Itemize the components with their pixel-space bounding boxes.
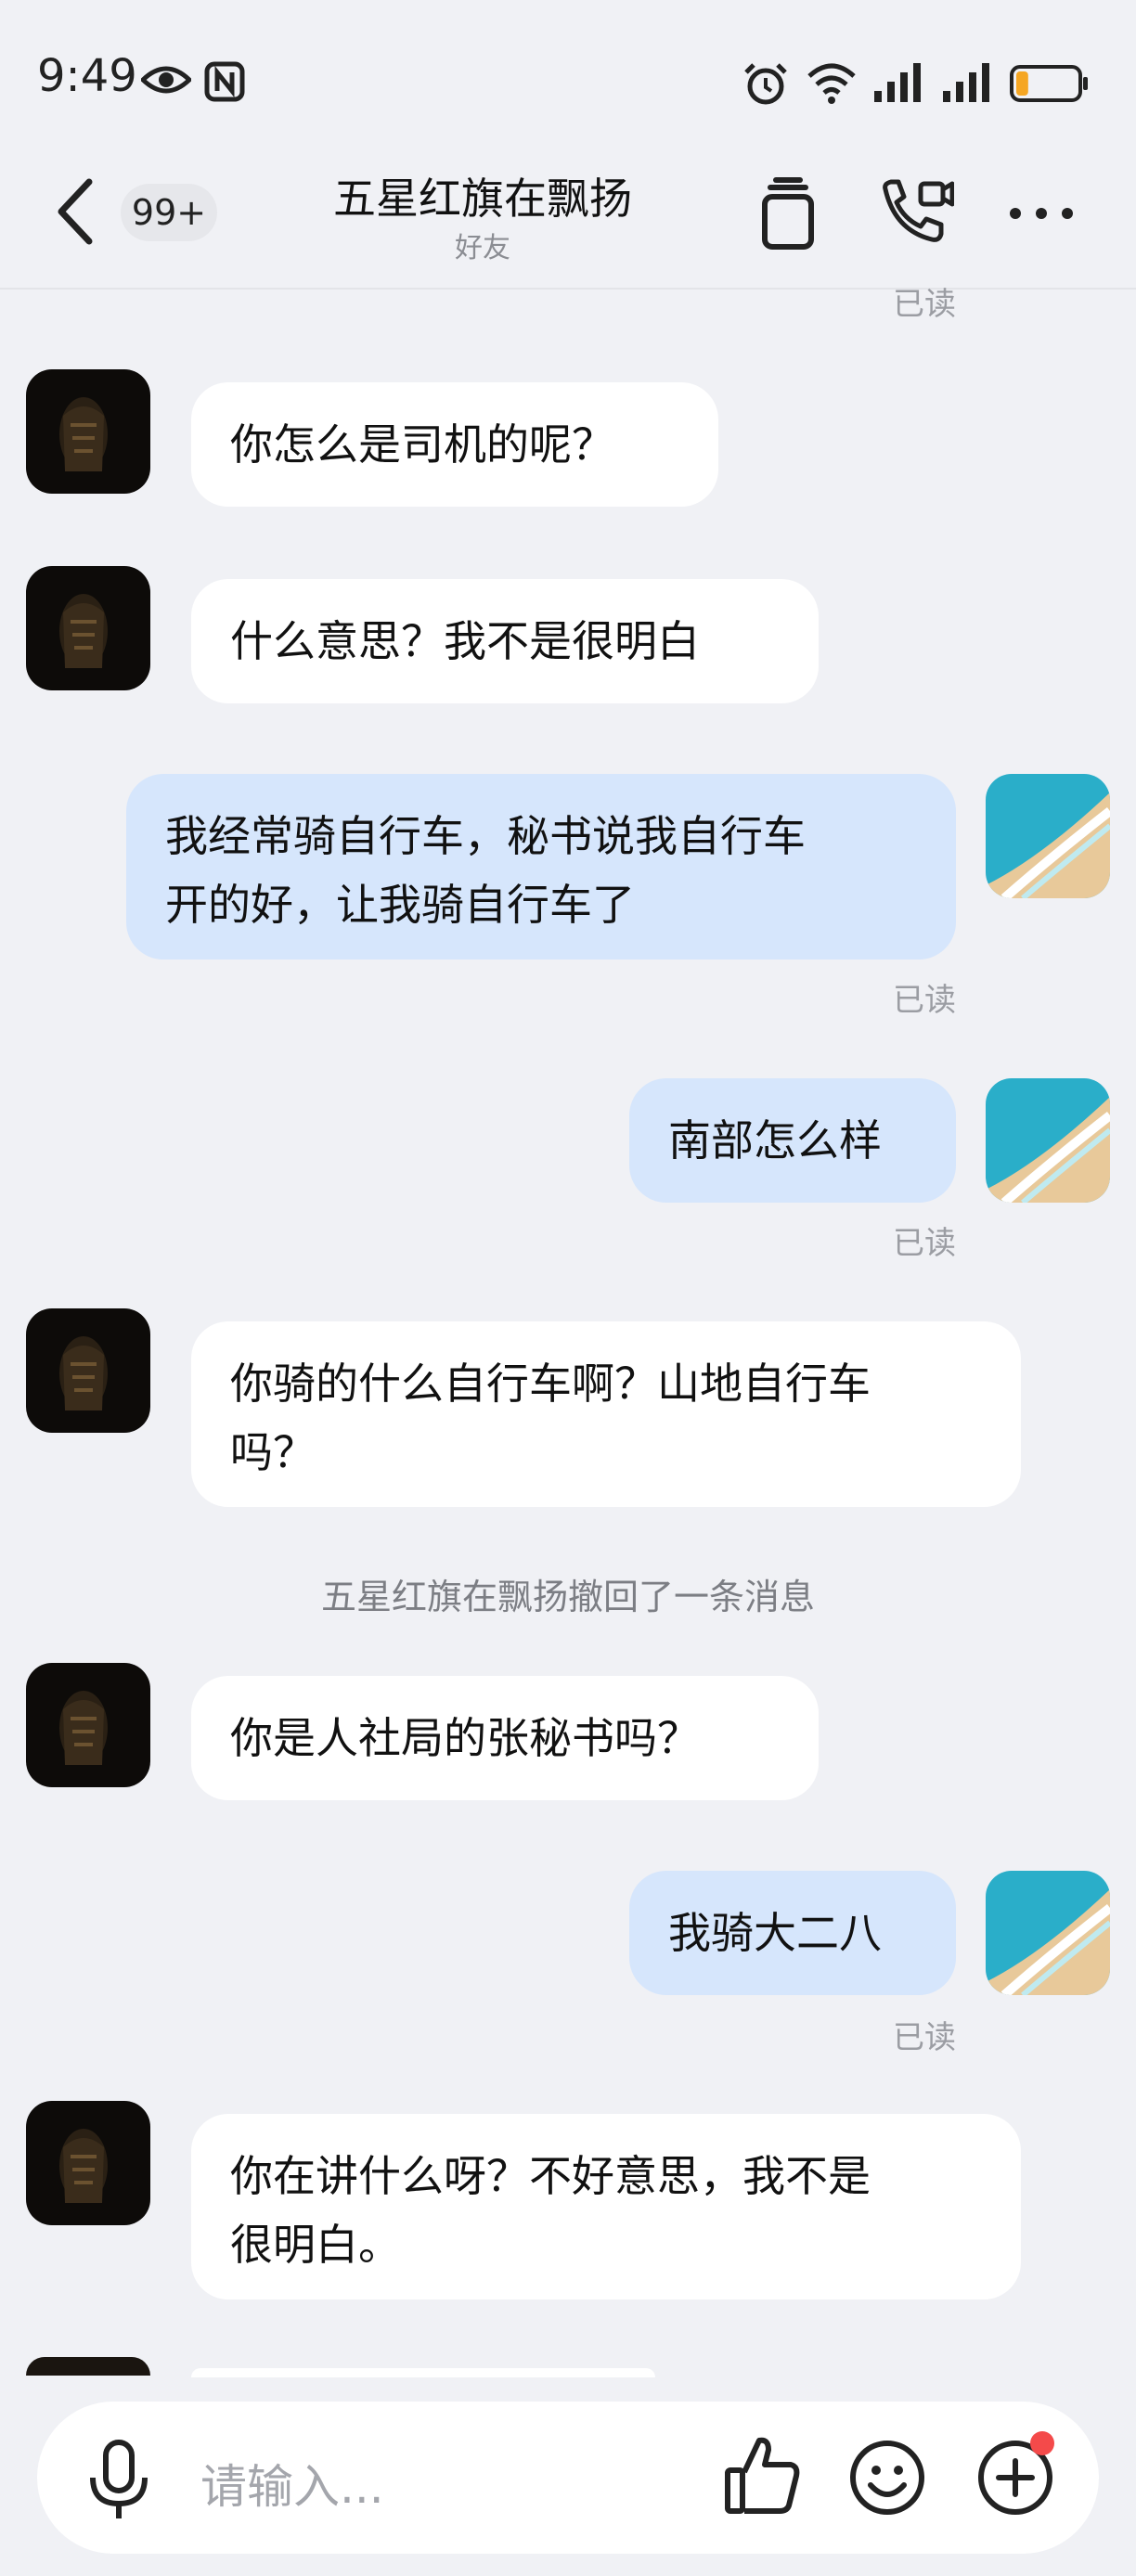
recall-notice: 五星红旗在飘扬撤回了一条消息	[320, 1577, 815, 1617]
message-bubble-outgoing[interactable]: 我经常骑自行车，秘书说我自行车 开的好，让我骑自行车了	[126, 774, 956, 960]
nfc-icon	[204, 61, 245, 102]
message-bubble-incoming[interactable]	[191, 2368, 655, 2377]
message-line: 你骑的什么自行车啊？山地自行车	[230, 1359, 871, 1409]
message-bubble-incoming[interactable]: 你怎么是司机的呢？	[191, 382, 718, 507]
my-avatar[interactable]	[986, 774, 1110, 898]
avatar[interactable]	[26, 369, 150, 494]
message-line: 吗？	[230, 1427, 316, 1477]
thumbs-up-icon[interactable]	[724, 2433, 802, 2517]
emoji-icon[interactable]	[848, 2439, 926, 2517]
back-button[interactable]	[52, 176, 98, 247]
message-bubble-incoming[interactable]: 你骑的什么自行车啊？山地自行车 吗？	[191, 1321, 1021, 1507]
message-line: 你在讲什么呀？不好意思，我不是	[230, 2151, 871, 2201]
more-icon[interactable]	[1004, 202, 1078, 225]
message-line: 很明白。	[230, 2220, 401, 2270]
chat-subtitle: 好友	[455, 232, 510, 264]
call-icon[interactable]	[876, 176, 954, 251]
read-status: 已读	[893, 1225, 956, 1262]
unread-badge[interactable]: 99+	[121, 184, 217, 241]
alarm-icon	[744, 63, 787, 105]
read-status: 已读	[893, 286, 956, 323]
microphone-icon[interactable]	[85, 2439, 152, 2522]
avatar[interactable]	[26, 2101, 150, 2225]
battery-icon	[1010, 65, 1088, 102]
message-bubble-outgoing[interactable]: 南部怎么样	[629, 1078, 956, 1203]
eye-icon	[141, 66, 191, 94]
read-status: 已读	[893, 982, 956, 1019]
status-time: 9:49	[37, 50, 137, 102]
message-bubble-incoming[interactable]: 你在讲什么呀？不好意思，我不是 很明白。	[191, 2114, 1021, 2299]
message-bubble-outgoing[interactable]: 我骑大二八	[629, 1871, 956, 1995]
my-avatar[interactable]	[986, 1078, 1110, 1203]
avatar[interactable]	[26, 2357, 150, 2376]
notification-dot	[1030, 2431, 1054, 2455]
message-line: 开的好，让我骑自行车了	[165, 880, 635, 930]
my-avatar[interactable]	[986, 1871, 1110, 1995]
signal-icon	[874, 63, 921, 102]
chat-title: 五星红旗在飘扬	[333, 174, 632, 224]
header-divider	[0, 288, 1136, 290]
input-bar	[37, 2402, 1099, 2554]
message-line: 我经常骑自行车，秘书说我自行车	[165, 811, 806, 861]
avatar[interactable]	[26, 1308, 150, 1433]
read-status: 已读	[893, 2019, 956, 2056]
wifi-icon	[807, 63, 856, 104]
copy-icon[interactable]	[759, 176, 817, 251]
message-bubble-incoming[interactable]: 你是人社局的张秘书吗？	[191, 1676, 819, 1800]
avatar[interactable]	[26, 566, 150, 690]
message-input[interactable]: 请输入...	[200, 2450, 384, 2517]
message-bubble-incoming[interactable]: 什么意思？我不是很明白	[191, 579, 819, 703]
avatar[interactable]	[26, 1663, 150, 1787]
signal-icon	[943, 63, 989, 102]
